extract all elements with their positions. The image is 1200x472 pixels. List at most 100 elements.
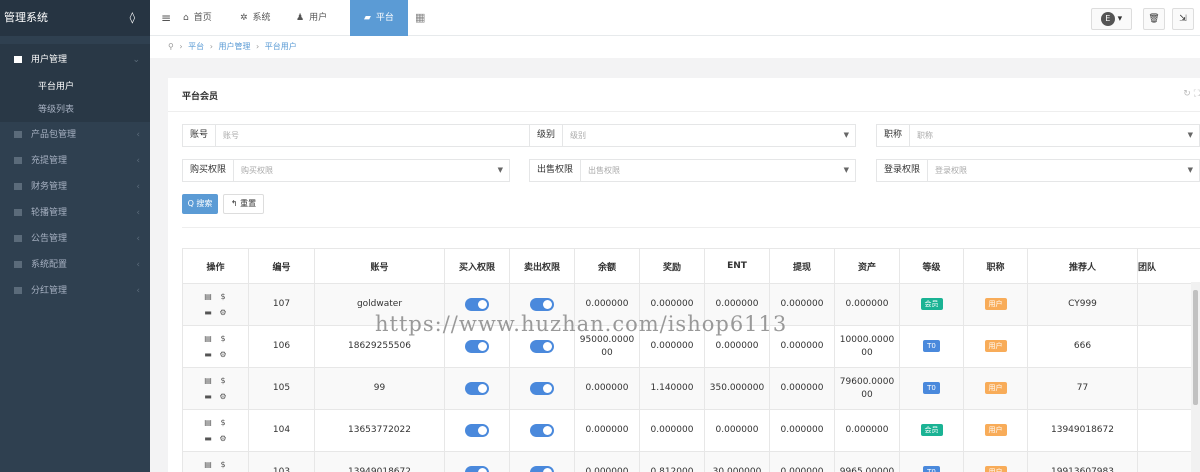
level-badge: T0 bbox=[923, 382, 940, 394]
card-icon[interactable]: ▬ bbox=[202, 306, 214, 319]
exit-icon[interactable]: ⇲ bbox=[1172, 8, 1194, 30]
sidebar-submenu: 平台用户 等级列表 bbox=[0, 76, 150, 122]
sell-permission-cell bbox=[509, 451, 575, 472]
title-select[interactable]: 职称 ▼ bbox=[910, 125, 1199, 146]
settings-icon[interactable]: ⚙ bbox=[217, 306, 229, 319]
title-badge: 用户 bbox=[984, 382, 1007, 394]
sell-toggle[interactable] bbox=[530, 297, 554, 311]
sell-permission-cell bbox=[509, 367, 575, 410]
sidebar-item[interactable]: 产品包管理 ‹ bbox=[0, 122, 150, 148]
dollar-icon[interactable]: $ bbox=[217, 416, 229, 429]
ops-cell: ▤$▬⚙ bbox=[182, 409, 249, 452]
image-icon bbox=[14, 209, 22, 216]
breadcrumb-item[interactable]: 用户管理 bbox=[218, 42, 250, 51]
table-row: ▤ $ ▬ ⚙ 104 13653772022 0.000000 0.000000 0.0000… bbox=[182, 409, 1200, 452]
ent-cell: 0.000000 bbox=[704, 409, 770, 452]
refresh-fullscreen-icons[interactable]: ↻ ⛶ bbox=[1183, 89, 1200, 99]
top-navbar: ≡ ⌂ 首页 ✲ 系统 ♟ 用户 ▰ 平台 ▦ E ▾ 🗑 ⇲ bbox=[150, 0, 1200, 36]
tab-1[interactable]: ✲ 系统 bbox=[240, 0, 271, 36]
id-cell: 103 bbox=[248, 451, 315, 472]
reset-button[interactable]: ↰ 重置 bbox=[223, 194, 264, 214]
login-select[interactable]: 登录权限 ▼ bbox=[928, 160, 1199, 181]
level-select[interactable]: 级别 ▼ bbox=[563, 125, 855, 146]
asset-cell: 10000.000000 bbox=[834, 325, 900, 368]
sidebar-item[interactable]: 公告管理 ‹ bbox=[0, 226, 150, 252]
buy-toggle[interactable] bbox=[465, 381, 489, 395]
member-card: 平台会员 ↻ ⛶ 账号 账号 级别 级别 ▼ 职称 职称 ▼ 购买权限 购买权限 ▼ … bbox=[168, 78, 1200, 472]
card-icon[interactable]: ▬ bbox=[202, 390, 214, 403]
edit-icon[interactable]: ▤ bbox=[202, 416, 214, 429]
account-input[interactable]: 账号 bbox=[216, 125, 536, 146]
sell-select[interactable]: 出售权限 ▼ bbox=[581, 160, 855, 181]
book-icon bbox=[14, 287, 22, 294]
tab-2[interactable]: ♟ 用户 bbox=[296, 0, 327, 36]
dollar-icon[interactable]: $ bbox=[217, 458, 229, 471]
buy-select[interactable]: 购买权限 ▼ bbox=[234, 160, 509, 181]
sidebar-item[interactable]: 财务管理 ‹ bbox=[0, 174, 150, 200]
grid-icon[interactable]: ▦ bbox=[415, 0, 425, 36]
tab-3[interactable]: ▰ 平台 bbox=[350, 0, 408, 36]
sidebar-item[interactable]: 充提管理 ‹ bbox=[0, 148, 150, 174]
drop-icon[interactable]: ◊ bbox=[130, 0, 135, 36]
referrer-cell: CY999 bbox=[1027, 283, 1138, 326]
sell-toggle[interactable] bbox=[530, 381, 554, 395]
buy-toggle[interactable] bbox=[465, 339, 489, 353]
table-row: ▤$▬⚙103139490186720.0000000.81200030.000… bbox=[182, 451, 1200, 472]
card-icon[interactable]: ▬ bbox=[202, 432, 214, 445]
user-menu-button[interactable]: E ▾ bbox=[1091, 8, 1132, 30]
card-icon[interactable]: ▬ bbox=[202, 348, 214, 361]
edit-icon[interactable]: ▤ bbox=[202, 332, 214, 345]
level-cell: 会员 bbox=[899, 283, 964, 326]
dollar-icon[interactable]: $ bbox=[217, 332, 229, 345]
sidebar-item[interactable]: 系统配置 ‹ bbox=[0, 252, 150, 278]
sidebar-item[interactable]: 分红管理 ‹ bbox=[0, 278, 150, 304]
settings-icon[interactable]: ⚙ bbox=[217, 348, 229, 361]
sidebar-subitem[interactable]: 平台用户 bbox=[0, 76, 150, 99]
table-row: ▤ $ ▬ ⚙ 105 99 0.000000 1.140000 350.000000 0.000… bbox=[182, 367, 1200, 410]
title-cell: 用户 bbox=[963, 451, 1028, 472]
ops-cell: ▤$▬⚙ bbox=[182, 367, 249, 410]
account-cell: 13949018672 bbox=[314, 451, 445, 472]
asset-cell: 0.000000 bbox=[834, 409, 900, 452]
edit-icon[interactable]: ▤ bbox=[202, 458, 214, 471]
buy-toggle[interactable] bbox=[465, 297, 489, 311]
sidebar-item[interactable]: 用户管理 ⌄ bbox=[0, 44, 150, 76]
tab-0[interactable]: ⌂ 首页 bbox=[183, 0, 212, 36]
account-cell: 13653772022 bbox=[314, 409, 445, 452]
column-header: 职称 bbox=[963, 248, 1028, 284]
trash-icon[interactable]: 🗑 bbox=[1143, 8, 1165, 30]
menu-toggle-icon[interactable]: ≡ bbox=[161, 0, 171, 36]
column-header: 编号 bbox=[248, 248, 315, 284]
breadcrumb-item[interactable]: 平台 bbox=[188, 42, 204, 51]
withdraw-cell: 0.000000 bbox=[769, 367, 835, 410]
settings-icon[interactable]: ⚙ bbox=[217, 432, 229, 445]
sell-toggle[interactable] bbox=[530, 423, 554, 437]
buy-toggle[interactable] bbox=[465, 465, 489, 472]
sell-toggle[interactable] bbox=[530, 465, 554, 472]
sidebar-item-label: 用户管理 bbox=[31, 55, 68, 65]
settings-icon[interactable]: ⚙ bbox=[217, 390, 229, 403]
referrer-cell: 77 bbox=[1027, 367, 1138, 410]
money-icon bbox=[14, 183, 22, 190]
list-icon bbox=[14, 235, 22, 242]
buy-filter: 购买权限 购买权限 ▼ bbox=[182, 159, 510, 182]
caret-icon: ▼ bbox=[843, 166, 849, 174]
sidebar-subitem[interactable]: 等级列表 bbox=[0, 99, 150, 122]
caret-icon: ▼ bbox=[843, 131, 849, 139]
edit-icon[interactable]: ▤ bbox=[202, 290, 214, 303]
breadcrumb-item[interactable]: 平台用户 bbox=[265, 42, 297, 51]
edit-icon[interactable]: ▤ bbox=[202, 374, 214, 387]
column-header: 推荐人 bbox=[1027, 248, 1138, 284]
tab-label: 系统 bbox=[252, 13, 271, 23]
buy-toggle[interactable] bbox=[465, 423, 489, 437]
search-button[interactable]: Q 搜索 bbox=[182, 194, 218, 214]
scrollbar-thumb[interactable] bbox=[1193, 290, 1198, 405]
dollar-icon[interactable]: $ bbox=[217, 290, 229, 303]
chevron-icon: ‹ bbox=[136, 208, 140, 218]
sidebar-item[interactable]: 轮播管理 ‹ bbox=[0, 200, 150, 226]
sell-toggle[interactable] bbox=[530, 339, 554, 353]
dollar-icon[interactable]: $ bbox=[217, 374, 229, 387]
square-icon bbox=[14, 157, 22, 164]
location-icon: ⚲ bbox=[168, 42, 174, 51]
user-badge-icon: E bbox=[1100, 11, 1115, 26]
